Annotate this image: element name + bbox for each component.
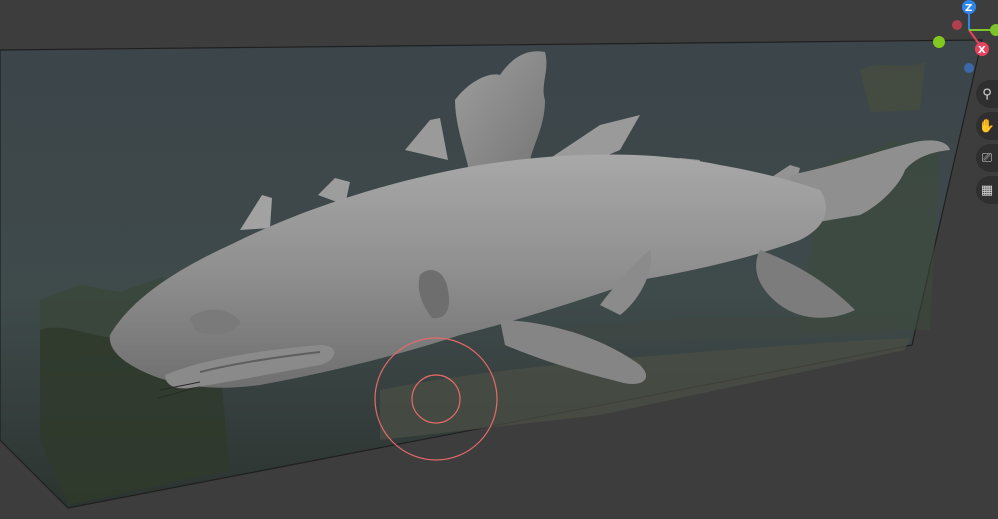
viewport-navigation-tools: ⚲ ✋ ⎚ ▦: [976, 80, 998, 208]
x-axis-label: X: [978, 45, 986, 56]
zoom-tool-button[interactable]: ⚲: [976, 80, 998, 108]
magnifier-icon: ⚲: [982, 86, 992, 102]
negative-x-axis-handle: [952, 20, 962, 30]
y-axis-handle: [990, 24, 998, 36]
perspective-toggle-button[interactable]: ▦: [976, 176, 998, 204]
camera-view-button[interactable]: ⎚: [976, 144, 998, 172]
grid-icon: ▦: [980, 182, 994, 198]
negative-y-axis-handle: [933, 36, 945, 48]
z-axis-label: Z: [965, 3, 972, 14]
pan-tool-button[interactable]: ✋: [976, 112, 998, 140]
3d-viewport[interactable]: Z X ⚲ ✋ ⎚ ▦: [0, 0, 998, 515]
camera-icon: ⎚: [981, 150, 993, 166]
hand-icon: ✋: [978, 118, 996, 134]
viewport-canvas[interactable]: Z X: [0, 0, 998, 515]
negative-z-axis-handle: [964, 63, 974, 73]
